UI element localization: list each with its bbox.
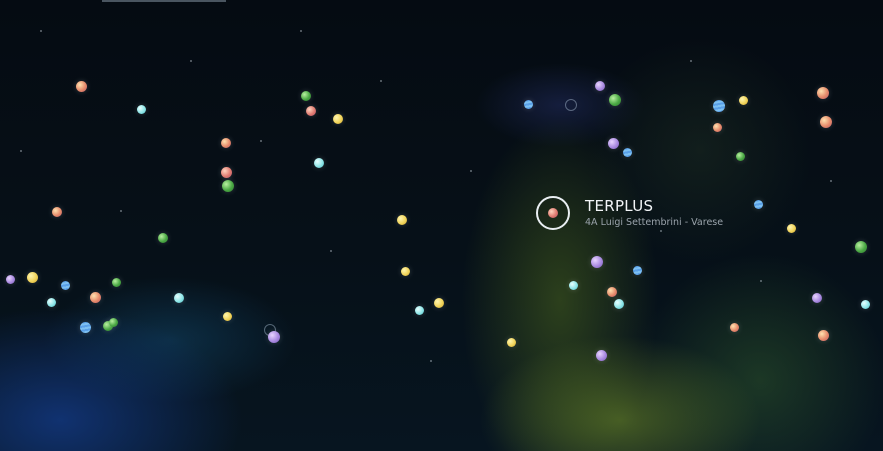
planet-marker[interactable] — [787, 224, 796, 233]
planet-marker[interactable] — [812, 293, 822, 303]
planet-marker[interactable] — [730, 323, 739, 332]
background-star — [760, 280, 762, 282]
faint-ring-marker — [565, 99, 577, 111]
background-star — [380, 80, 382, 82]
background-star — [830, 180, 832, 182]
location-name: TERPLUS — [585, 197, 654, 215]
planet-marker[interactable] — [818, 330, 829, 341]
planet-marker[interactable] — [333, 114, 343, 124]
planet-marker[interactable] — [569, 281, 578, 290]
planet-marker[interactable] — [306, 106, 316, 116]
planet-marker[interactable] — [754, 200, 763, 209]
planet-marker[interactable] — [397, 215, 407, 225]
planet-marker[interactable] — [137, 105, 146, 114]
planet-marker[interactable] — [614, 299, 624, 309]
planet-marker[interactable] — [713, 123, 722, 132]
planet-marker[interactable] — [76, 81, 87, 92]
background-star — [690, 60, 692, 62]
planet-marker[interactable] — [434, 298, 444, 308]
planet-marker[interactable] — [736, 152, 745, 161]
planet-marker[interactable] — [415, 306, 424, 315]
background-star — [120, 210, 122, 212]
planet-marker[interactable] — [112, 278, 121, 287]
planet-marker[interactable] — [739, 96, 748, 105]
planet-marker[interactable] — [595, 81, 605, 91]
planet-marker[interactable] — [524, 100, 533, 109]
background-star — [660, 230, 662, 232]
planet-marker[interactable] — [27, 272, 38, 283]
background-star — [430, 360, 432, 362]
planet-marker[interactable] — [507, 338, 516, 347]
planet-marker[interactable] — [713, 100, 725, 112]
planet-marker[interactable] — [633, 266, 642, 275]
planet-marker[interactable] — [820, 116, 832, 128]
planet-marker[interactable] — [174, 293, 184, 303]
planet-marker[interactable] — [855, 241, 867, 253]
planet-marker[interactable] — [623, 148, 632, 157]
planet-marker[interactable] — [817, 87, 829, 99]
background-star — [470, 170, 472, 172]
planet-marker[interactable] — [52, 207, 62, 217]
background-star — [20, 150, 22, 152]
planet-marker[interactable] — [109, 318, 118, 327]
planet-marker[interactable] — [608, 138, 619, 149]
star-map[interactable]: TERPLUS 4A Luigi Settembrini - Varese — [0, 0, 883, 451]
selected-planet-marker[interactable] — [536, 196, 570, 230]
planet-marker[interactable] — [158, 233, 168, 243]
planet-marker[interactable] — [596, 350, 607, 361]
top-scroll-indicator — [102, 0, 226, 2]
planet-marker[interactable] — [6, 275, 15, 284]
planet-marker[interactable] — [80, 322, 91, 333]
location-address: 4A Luigi Settembrini - Varese — [585, 217, 724, 228]
planet-marker[interactable] — [221, 167, 232, 178]
planet-marker[interactable] — [268, 331, 280, 343]
background-star — [300, 30, 302, 32]
planet-marker[interactable] — [301, 91, 311, 101]
planet-marker[interactable] — [221, 138, 231, 148]
planet-marker[interactable] — [47, 298, 56, 307]
planet-marker[interactable] — [222, 180, 234, 192]
planet-marker[interactable] — [607, 287, 617, 297]
planet-marker[interactable] — [61, 281, 70, 290]
selected-planet-core — [548, 208, 558, 218]
planet-marker[interactable] — [223, 312, 232, 321]
planet-marker[interactable] — [401, 267, 410, 276]
background-star — [330, 250, 332, 252]
location-label: TERPLUS 4A Luigi Settembrini - Varese — [585, 197, 723, 229]
planet-marker[interactable] — [609, 94, 621, 106]
planet-marker[interactable] — [861, 300, 870, 309]
background-star — [190, 60, 192, 62]
background-star — [40, 30, 42, 32]
planet-marker[interactable] — [90, 292, 101, 303]
planet-marker[interactable] — [591, 256, 603, 268]
planet-marker[interactable] — [314, 158, 324, 168]
background-star — [260, 140, 262, 142]
